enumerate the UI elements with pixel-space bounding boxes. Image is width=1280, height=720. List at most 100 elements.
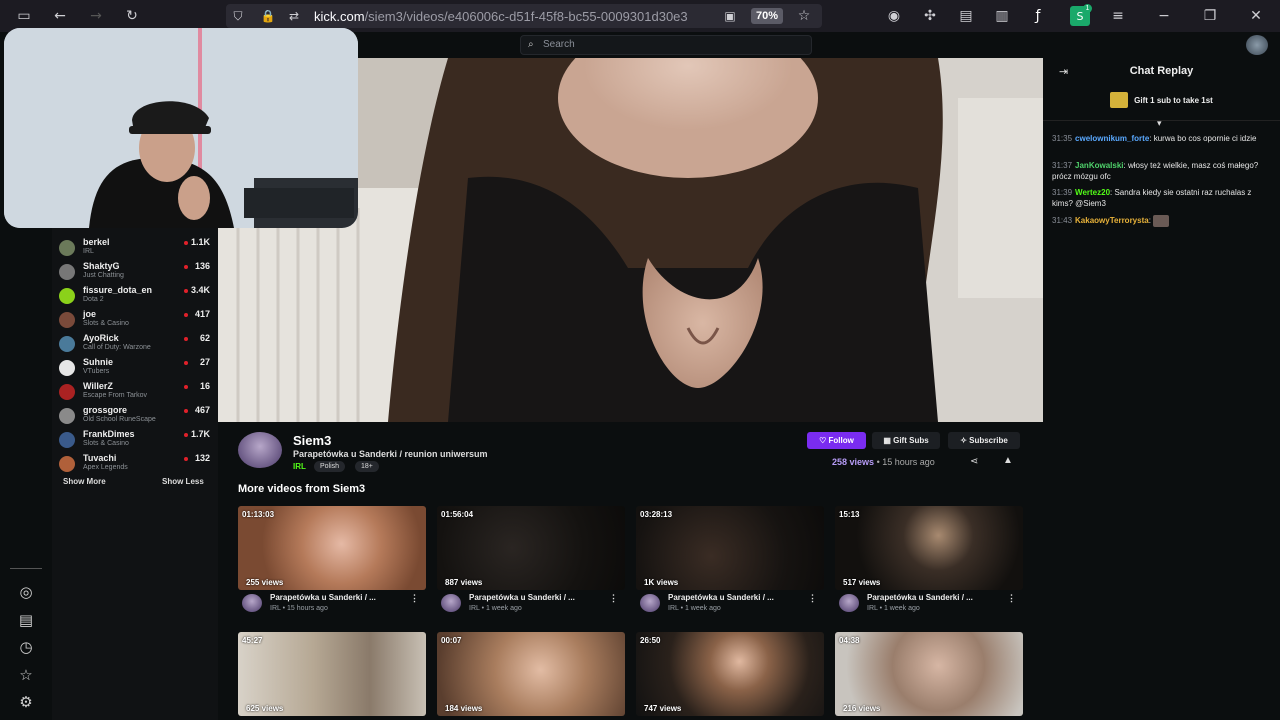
channel-avatar	[59, 360, 75, 376]
video-views: 255 views	[246, 578, 284, 587]
settings-gear-icon[interactable]: ⚙	[14, 690, 38, 714]
more-options-icon[interactable]: ⋮	[410, 593, 419, 604]
video-thumbnail[interactable]: 00:07 184 views	[437, 632, 625, 716]
card-channel-avatar[interactable]	[839, 594, 859, 612]
reload-icon[interactable]: ↻	[122, 6, 142, 26]
address-bar[interactable]: ⛉ 🔒 ⇄ kick.com/siem3/videos/e406006c-d51…	[226, 4, 822, 28]
video-thumbnail[interactable]: 03:28:13 1K views	[636, 506, 824, 590]
video-duration: 01:13:03	[242, 510, 275, 519]
sidebar-channel[interactable]: WillerZ Escape From Tarkov 16	[52, 380, 218, 404]
message-user[interactable]: cwelownikum_forte	[1075, 134, 1149, 143]
live-dot-icon	[184, 313, 188, 317]
channel-viewers: 62	[199, 333, 210, 343]
sidebar-channel[interactable]: berkel IRL 1.1K	[52, 236, 218, 260]
category-link[interactable]: IRL	[293, 462, 306, 471]
shield-icon[interactable]: ⛉	[228, 6, 248, 26]
channel-avatar[interactable]	[238, 432, 282, 468]
gift-subs-label: Gift Subs	[893, 436, 929, 445]
following-icon[interactable]: ▤	[14, 608, 38, 632]
more-options-icon[interactable]: ⋮	[1007, 593, 1016, 604]
video-title[interactable]: Parapetówka u Sanderki / ...	[867, 593, 973, 602]
account-icon[interactable]: ◉	[884, 6, 904, 26]
sidebar-toggle-icon[interactable]: ▭	[14, 6, 34, 26]
follow-button[interactable]: ♡ Follow	[807, 432, 866, 449]
sidebar-channel[interactable]: grossgore Old School RuneScape 467	[52, 404, 218, 428]
sidebar-channel[interactable]: ShaktyG Just Chatting 136	[52, 260, 218, 284]
minimize-icon[interactable]: −	[1154, 6, 1174, 26]
sidebar-channel[interactable]: fissure_dota_en Dota 2 3.4K	[52, 284, 218, 308]
gift-box-icon	[1110, 91, 1129, 108]
history-icon[interactable]: ◷	[14, 635, 38, 659]
message-time: 31:39	[1052, 188, 1073, 197]
browse-icon[interactable]: ◎	[14, 580, 38, 604]
card-channel-avatar[interactable]	[441, 594, 461, 612]
channel-name: AyoRick	[83, 333, 119, 343]
tag-18plus[interactable]: 18+	[355, 461, 379, 472]
extension-badge: 1	[1083, 4, 1092, 13]
favorites-star-icon[interactable]: ☆	[14, 663, 38, 687]
expand-pinned-icon[interactable]: ▾	[1157, 118, 1162, 129]
channel-category: Slots & Casino	[83, 440, 129, 447]
channel-avatar	[59, 288, 75, 304]
script-extension-icon[interactable]: ƒ	[1028, 6, 1048, 26]
message-user[interactable]: Wertez20	[1075, 188, 1110, 197]
message-time: 31:43	[1052, 216, 1073, 226]
recommended-channels: berkel IRL 1.1K ShaktyG Just Chatting 13…	[52, 228, 218, 720]
tabs-icon[interactable]: ▥	[992, 6, 1012, 26]
tag-polish[interactable]: Polish	[314, 461, 346, 472]
sidebar-channel[interactable]: Suhnie VTubers 27	[52, 356, 218, 380]
live-dot-icon	[184, 409, 188, 413]
video-thumbnail[interactable]: 04:38 216 views	[835, 632, 1023, 716]
menu-icon[interactable]: ≡	[1108, 6, 1128, 26]
sidebar-channel[interactable]: Tuvachi Apex Legends 132	[52, 452, 218, 476]
show-less-link[interactable]: Show Less	[162, 477, 204, 486]
video-thumbnail[interactable]: 26:50 747 views	[636, 632, 824, 716]
channel-name[interactable]: Siem3	[293, 433, 331, 448]
video-thumbnail[interactable]: 01:56:04 887 views	[437, 506, 625, 590]
share-icon[interactable]: ⋖	[970, 456, 978, 467]
more-options-icon[interactable]: ⋮	[609, 593, 618, 604]
show-more-link[interactable]: Show More	[63, 477, 106, 486]
sidebar-channel[interactable]: FrankDimes Slots & Casino 1.7K	[52, 428, 218, 452]
restore-icon[interactable]: ❐	[1200, 6, 1220, 26]
close-icon[interactable]: ✕	[1246, 6, 1266, 26]
bookmark-star-icon[interactable]: ☆	[794, 6, 814, 26]
search-input[interactable]: ⌕ Search	[520, 35, 812, 55]
message-user[interactable]: KakaowyTerrorysta	[1075, 216, 1149, 225]
live-dot-icon	[184, 289, 188, 293]
back-icon[interactable]: ←	[50, 6, 70, 26]
channel-category: Dota 2	[83, 296, 104, 303]
video-title[interactable]: Parapetówka u Sanderki / ...	[469, 593, 575, 602]
video-thumbnail[interactable]: 01:13:03 255 views	[238, 506, 426, 590]
subscribe-button[interactable]: ✧ Subscribe	[948, 432, 1020, 449]
video-thumbnail[interactable]: 45:27 625 views	[238, 632, 426, 716]
card-channel-avatar[interactable]	[640, 594, 660, 612]
gift-text: Gift 1 sub to take 1st	[1134, 96, 1213, 105]
lock-icon[interactable]: 🔒	[258, 6, 278, 26]
user-avatar[interactable]	[1246, 35, 1268, 55]
sidebar-channel[interactable]: AyoRick Call of Duty: Warzone 62	[52, 332, 218, 356]
message-user[interactable]: JanKowalski	[1075, 161, 1123, 170]
container-icon[interactable]: ▤	[956, 6, 976, 26]
forward-icon[interactable]: →	[86, 6, 106, 26]
channel-avatar	[59, 240, 75, 256]
reader-view-icon[interactable]: ▣	[720, 6, 740, 26]
card-channel-avatar[interactable]	[242, 594, 262, 612]
video-title[interactable]: Parapetówka u Sanderki / ...	[668, 593, 774, 602]
permissions-icon[interactable]: ⇄	[284, 6, 304, 26]
extensions-icon[interactable]: ✣	[920, 6, 940, 26]
gift-subs-button[interactable]: ▦ Gift Subs	[872, 432, 940, 449]
video-duration: 26:50	[640, 636, 661, 645]
zoom-level[interactable]: 70%	[751, 8, 783, 24]
report-icon[interactable]: ▲	[1003, 455, 1013, 466]
rail-divider	[10, 568, 42, 569]
gift-sub-banner[interactable]: Gift 1 sub to take 1st	[1043, 90, 1280, 112]
video-stats: 258 views • 15 hours ago	[832, 457, 935, 467]
live-dot-icon	[184, 241, 188, 245]
subscribe-icon: ✧	[960, 436, 967, 445]
video-meta: IRL • 1 week ago	[867, 605, 920, 612]
video-title[interactable]: Parapetówka u Sanderki / ...	[270, 593, 376, 602]
sidebar-channel[interactable]: joe Slots & Casino 417	[52, 308, 218, 332]
more-options-icon[interactable]: ⋮	[808, 593, 817, 604]
video-thumbnail[interactable]: 15:13 517 views	[835, 506, 1023, 590]
